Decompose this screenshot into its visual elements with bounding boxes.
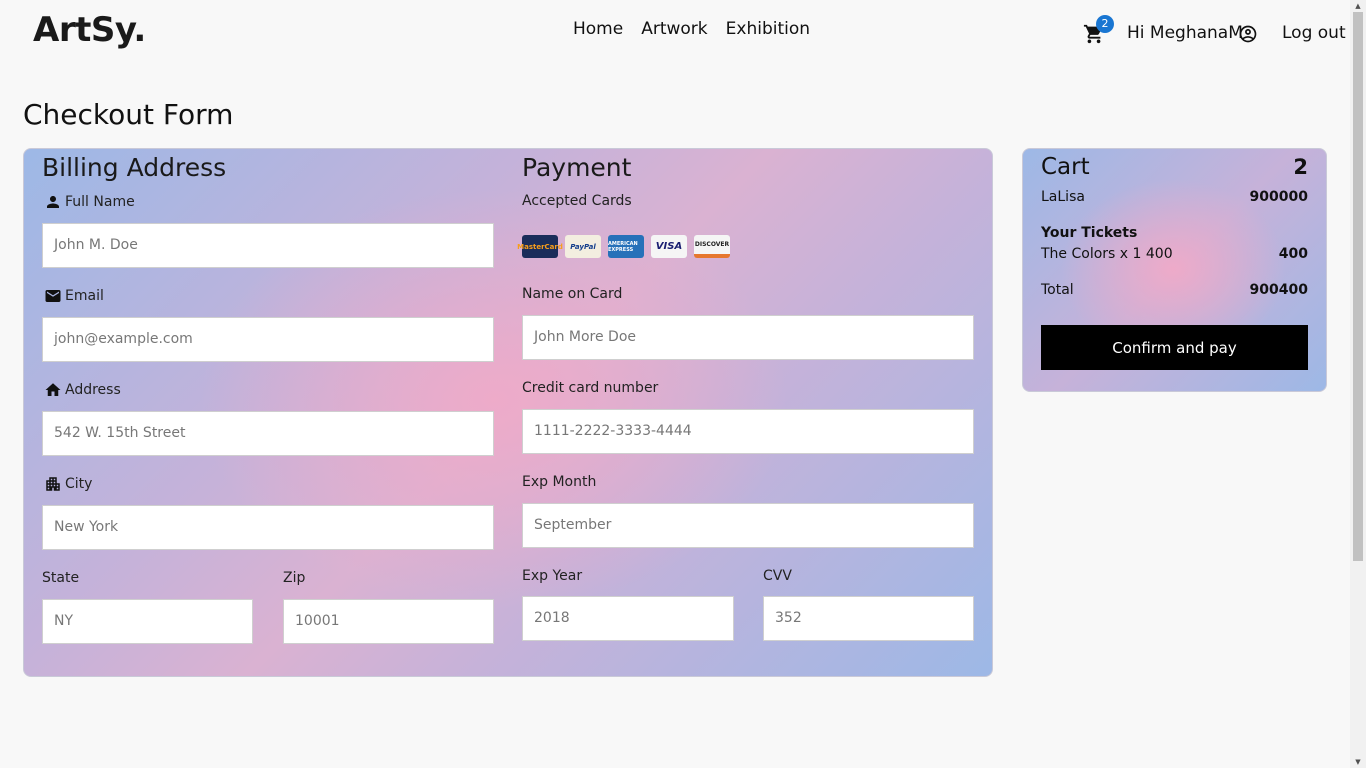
card-number-label: Credit card number bbox=[522, 380, 659, 396]
city-label-text: City bbox=[65, 476, 93, 492]
email-label: Email bbox=[44, 287, 104, 305]
total-value: 900400 bbox=[1249, 282, 1308, 298]
cvv-input[interactable]: 352 bbox=[763, 596, 974, 641]
confirm-and-pay-button[interactable]: Confirm and pay bbox=[1041, 325, 1308, 370]
full-name-input[interactable]: John M. Doe bbox=[42, 223, 494, 268]
mastercard-icon: MasterCard bbox=[517, 235, 563, 258]
home-icon bbox=[45, 383, 61, 396]
scroll-down-arrow[interactable]: ▼ bbox=[1354, 758, 1362, 766]
account-circle-icon[interactable] bbox=[1238, 24, 1258, 44]
cvv-label: CVV bbox=[763, 568, 792, 584]
cart-item-price: 900000 bbox=[1249, 189, 1308, 205]
brand-logo[interactable]: ArtSy. bbox=[33, 10, 146, 50]
page-title: Checkout Form bbox=[23, 98, 234, 131]
city-input[interactable]: New York bbox=[42, 505, 494, 550]
cart-item-count: 2 bbox=[1293, 155, 1308, 179]
paypal-icon: PayPal bbox=[565, 235, 601, 258]
total-label: Total bbox=[1041, 282, 1074, 298]
address-input[interactable]: 542 W. 15th Street bbox=[42, 411, 494, 456]
main-nav: Home Artwork Exhibition bbox=[573, 19, 828, 39]
zip-input[interactable]: 10001 bbox=[283, 599, 494, 644]
cart-title: Cart bbox=[1041, 154, 1090, 180]
user-greeting: Hi MeghanaM bbox=[1127, 23, 1243, 43]
full-name-label: Full Name bbox=[44, 193, 135, 211]
logout-link[interactable]: Log out bbox=[1282, 23, 1346, 43]
email-input[interactable]: john@example.com bbox=[42, 317, 494, 362]
ticket-price: 400 bbox=[1278, 246, 1308, 262]
nav-artwork-link[interactable]: Artwork bbox=[641, 19, 707, 39]
cart-summary-panel: Cart 2 LaLisa 900000 Your Tickets The Co… bbox=[1022, 148, 1327, 392]
accepted-cards-label: Accepted Cards bbox=[522, 193, 632, 209]
exp-year-label: Exp Year bbox=[522, 568, 583, 584]
checkout-form-panel: Billing Address Full Name John M. Doe Em… bbox=[23, 148, 993, 677]
accepted-cards: MasterCard PayPal AMERICAN EXPRESS VISA … bbox=[517, 235, 730, 258]
payment-title: Payment bbox=[522, 153, 632, 182]
state-input[interactable]: NY bbox=[42, 599, 253, 644]
apartment-icon bbox=[46, 477, 60, 491]
zip-label: Zip bbox=[283, 570, 306, 586]
discover-icon: DISCOVER bbox=[694, 235, 730, 258]
exp-year-input[interactable]: 2018 bbox=[522, 596, 734, 641]
scroll-up-arrow[interactable]: ▲ bbox=[1354, 2, 1362, 10]
amex-icon: AMERICAN EXPRESS bbox=[608, 235, 644, 258]
address-label: Address bbox=[44, 381, 121, 399]
name-on-card-label: Name on Card bbox=[522, 286, 623, 302]
mail-icon bbox=[45, 290, 61, 302]
state-label: State bbox=[42, 570, 80, 586]
ticket-name: The Colors x 1 400 bbox=[1041, 246, 1173, 262]
cart-item-name: LaLisa bbox=[1041, 189, 1085, 205]
billing-title: Billing Address bbox=[42, 153, 227, 182]
email-label-text: Email bbox=[65, 288, 104, 304]
tickets-heading: Your Tickets bbox=[1041, 225, 1138, 241]
nav-exhibition-link[interactable]: Exhibition bbox=[726, 19, 810, 39]
ticket-row: The Colors x 1 400 400 bbox=[1041, 246, 1308, 262]
card-number-input[interactable]: 1111-2222-3333-4444 bbox=[522, 409, 974, 454]
full-name-label-text: Full Name bbox=[65, 194, 135, 210]
page-scrollbar[interactable]: ▲ ▼ bbox=[1350, 0, 1366, 768]
city-label: City bbox=[44, 475, 92, 493]
exp-month-label: Exp Month bbox=[522, 474, 597, 490]
cart-item-row: LaLisa 900000 bbox=[1041, 189, 1308, 205]
total-row: Total 900400 bbox=[1041, 282, 1308, 298]
name-on-card-input[interactable]: John More Doe bbox=[522, 315, 974, 360]
cart-count-badge: 2 bbox=[1096, 15, 1114, 33]
person-icon bbox=[47, 196, 59, 208]
visa-icon: VISA bbox=[651, 235, 687, 258]
exp-month-input[interactable]: September bbox=[522, 503, 974, 548]
address-label-text: Address bbox=[65, 382, 121, 398]
nav-home-link[interactable]: Home bbox=[573, 19, 623, 39]
scrollbar-thumb[interactable] bbox=[1353, 12, 1363, 561]
